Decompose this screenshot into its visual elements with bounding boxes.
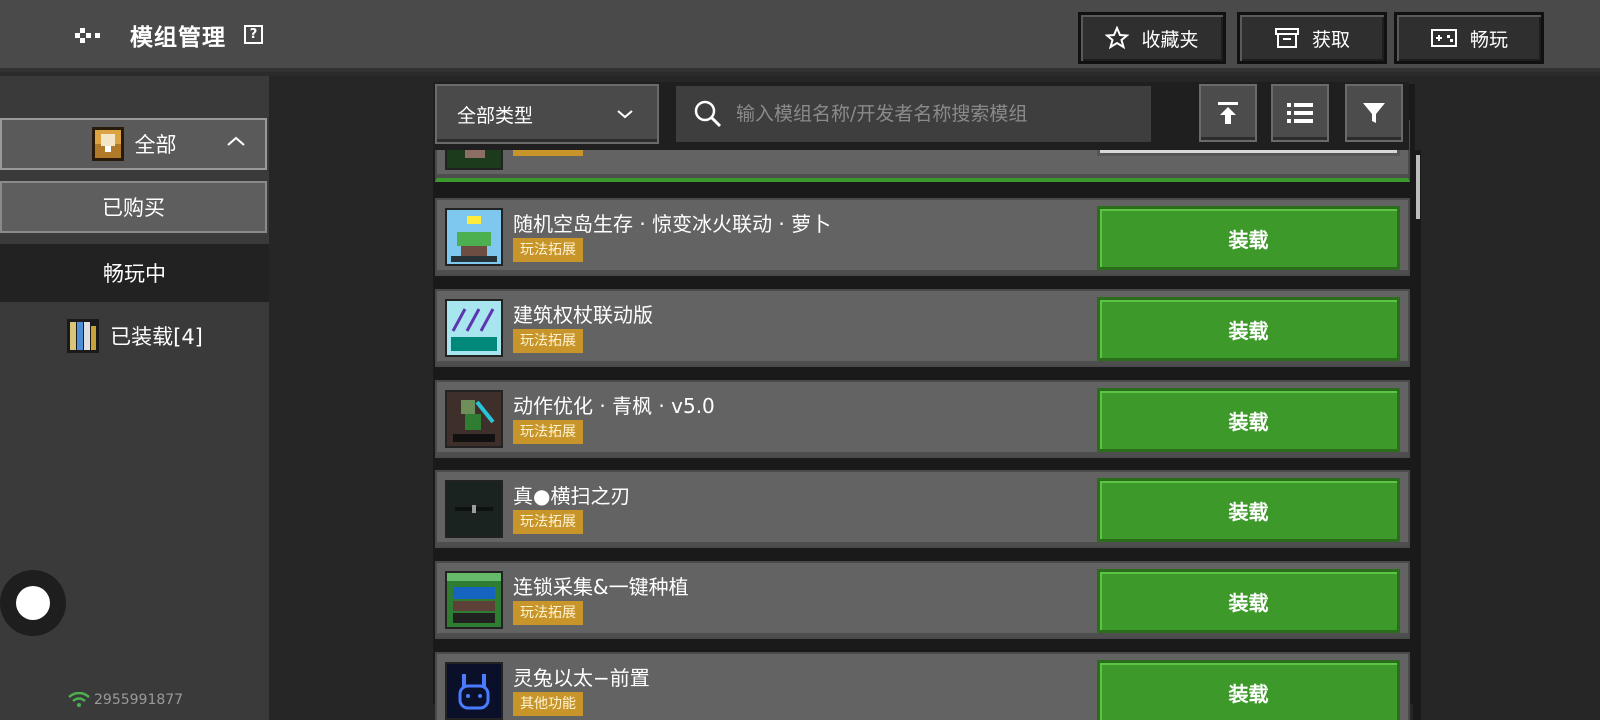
page-title: 模组管理	[130, 25, 226, 51]
sidebar-item-label: 全部	[134, 133, 177, 157]
gamepad-icon	[1430, 29, 1457, 47]
get-label: 获取	[1311, 28, 1350, 51]
store-icon	[1274, 28, 1299, 48]
search-input[interactable]	[736, 103, 1136, 125]
help-icon[interactable]: ?	[244, 25, 263, 44]
install-button[interactable]: 装载	[1097, 297, 1400, 361]
mod-row: 真●横扫之刃 玩法拓展 装载	[435, 470, 1410, 548]
install-button[interactable]: 装载	[1097, 478, 1400, 542]
back-arrow-icon	[75, 28, 100, 43]
search-box[interactable]	[676, 86, 1151, 142]
install-button[interactable]: 装载	[1097, 569, 1400, 633]
sidebar-item-label: 畅玩中	[103, 262, 166, 286]
sidebar-item-playing[interactable]: 畅玩中	[0, 244, 269, 302]
mod-row: 灵兔以太−前置 其他功能 装载	[435, 652, 1410, 720]
mod-tag: 玩法拓展	[513, 601, 583, 625]
get-button[interactable]: 获取	[1237, 12, 1387, 64]
list-icon	[1287, 103, 1313, 123]
mod-name: 连锁采集&一键种植	[513, 575, 689, 599]
mod-thumbnail	[445, 571, 503, 629]
filter-icon	[1363, 103, 1385, 123]
back-button[interactable]	[68, 20, 108, 50]
books-icon	[67, 319, 100, 353]
user-id: 2955991877	[94, 692, 184, 708]
play-label: 畅玩	[1469, 28, 1508, 51]
pin-to-top-icon	[1218, 102, 1238, 124]
filter-button[interactable]	[1345, 84, 1403, 142]
type-select[interactable]: 全部类型	[435, 84, 659, 144]
star-icon	[1105, 26, 1130, 50]
mod-name: 随机空岛生存 · 惊变冰火联动 · 萝卜	[513, 212, 832, 236]
favorites-label: 收藏夹	[1141, 28, 1199, 51]
mod-thumbnail	[445, 208, 503, 266]
install-button[interactable]: 装载	[1097, 388, 1400, 452]
sidebar-item-all[interactable]: 全部	[0, 118, 267, 170]
floating-toggle-button[interactable]	[0, 570, 66, 636]
mod-tag: 玩法拓展	[513, 510, 583, 534]
sidebar-item-label: 已购买	[102, 196, 165, 220]
mod-thumbnail	[445, 662, 503, 720]
play-button[interactable]: 畅玩	[1394, 12, 1544, 64]
mod-thumbnail	[445, 390, 503, 448]
mod-name: 真●横扫之刃	[513, 484, 631, 508]
pin-top-button[interactable]	[1199, 84, 1257, 142]
list-view-button[interactable]	[1271, 84, 1329, 142]
chevron-down-icon	[617, 110, 633, 119]
scrollbar-thumb[interactable]	[1416, 155, 1420, 219]
mod-name: 动作优化 · 青枫 · v5.0	[513, 394, 715, 418]
mod-row: 建筑权杖联动版 玩法拓展 装载	[435, 289, 1410, 367]
header-bar: 模组管理 ? 收藏夹 获取 畅玩	[0, 0, 1600, 72]
search-icon	[694, 100, 722, 128]
mod-row: 连锁采集&一键种植 玩法拓展 装载	[435, 561, 1410, 639]
mod-name: 灵兔以太−前置	[513, 666, 650, 690]
sidebar-item-purchased[interactable]: 已购买	[0, 181, 267, 233]
chest-icon	[91, 127, 124, 161]
install-button[interactable]: 装载	[1097, 206, 1400, 270]
favorites-button[interactable]: 收藏夹	[1078, 12, 1226, 64]
mod-row: 随机空岛生存 · 惊变冰火联动 · 萝卜 玩法拓展 装载	[435, 198, 1410, 276]
type-select-value: 全部类型	[457, 104, 534, 127]
mod-tag: 玩法拓展	[513, 420, 583, 444]
mod-tag: 玩法拓展	[513, 329, 583, 353]
sidebar: 全部 已购买 畅玩中 已装载[4]	[0, 76, 269, 720]
list-scrollbar[interactable]	[1413, 150, 1421, 720]
mod-tag: 其他功能	[513, 692, 583, 716]
mod-thumbnail	[445, 299, 503, 357]
chevron-up-icon	[227, 136, 245, 146]
mod-row: 动作优化 · 青枫 · v5.0 玩法拓展 装载	[435, 380, 1410, 458]
install-button[interactable]: 装载	[1097, 660, 1400, 720]
network-status: 2955991877	[68, 692, 183, 708]
mod-tag: 玩法拓展	[513, 238, 583, 262]
wifi-icon	[68, 692, 90, 707]
mod-name: 建筑权杖联动版	[513, 303, 653, 327]
sidebar-item-label: 已装载[4]	[110, 325, 203, 349]
sidebar-item-installed[interactable]: 已装载[4]	[0, 306, 269, 366]
mod-thumbnail	[445, 480, 503, 538]
